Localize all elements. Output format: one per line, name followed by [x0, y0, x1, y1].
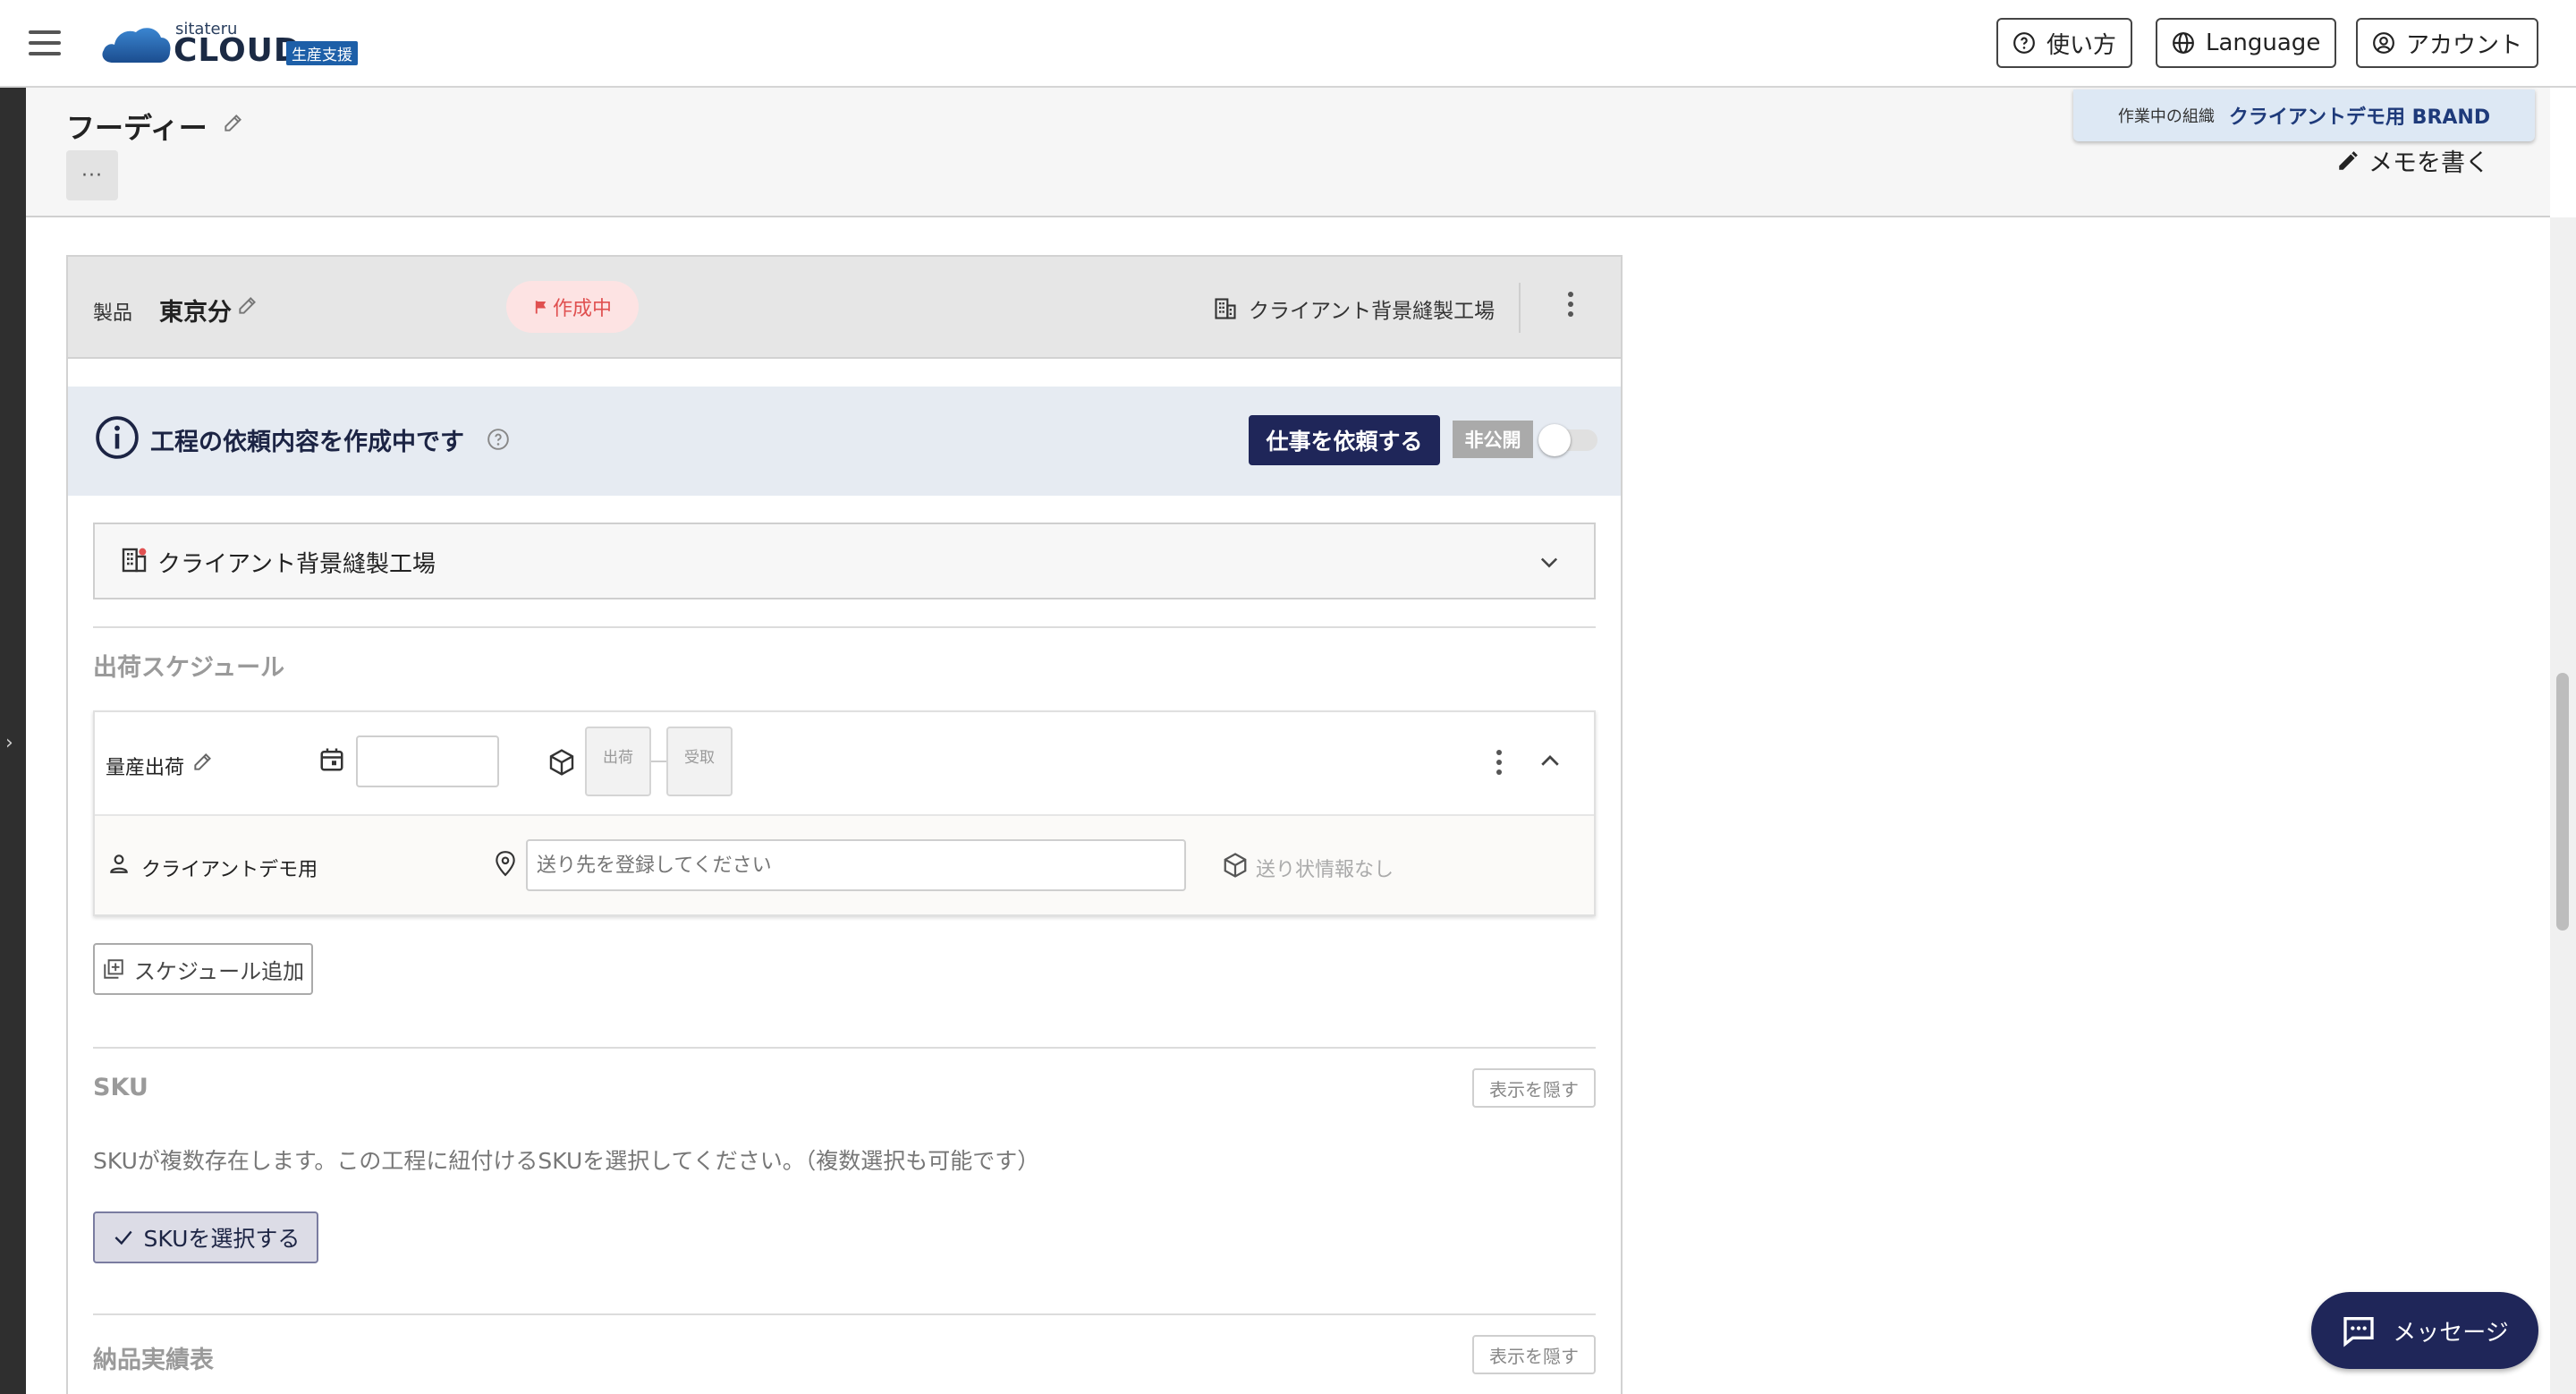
- menu-icon[interactable]: [29, 30, 61, 55]
- product-name: 東京分: [159, 299, 232, 327]
- language-label: Language: [2206, 30, 2321, 56]
- add-schedule-button[interactable]: スケジュール追加: [93, 943, 313, 995]
- expand-chevron-icon[interactable]: ›: [5, 732, 13, 754]
- status-text: 作成中: [552, 298, 612, 320]
- select-sku-label: SKUを選択する: [143, 1226, 301, 1252]
- shipping-info-status: 送り状情報なし: [1256, 859, 1394, 881]
- chat-icon: [2343, 1317, 2374, 1347]
- delivery-section-title: 納品実績表: [93, 1347, 214, 1374]
- visibility-toggle-knob[interactable]: [1538, 424, 1571, 456]
- help-circle-icon[interactable]: [487, 428, 510, 451]
- more-options-button[interactable]: ···: [66, 150, 118, 200]
- info-icon: [96, 416, 139, 459]
- org-value: クライアントデモ用 BRAND: [2228, 106, 2491, 129]
- question-circle-icon: [2013, 32, 2035, 54]
- product-label: 製品: [93, 302, 133, 325]
- add-schedule-label: スケジュール追加: [133, 958, 305, 984]
- scrollbar-thumb[interactable]: [2556, 673, 2569, 931]
- schedule-name: 量産出荷: [106, 757, 185, 779]
- calendar-icon: [320, 748, 343, 771]
- edit-product-icon[interactable]: [236, 293, 259, 317]
- help-label: 使い方: [2046, 31, 2117, 59]
- address-input[interactable]: [526, 839, 1186, 891]
- location-pin-icon: [496, 851, 515, 877]
- message-label: メッセージ: [2393, 1319, 2509, 1347]
- language-button[interactable]: Language: [2156, 18, 2337, 68]
- app-logo[interactable]: sitateru CLOUD 生産支援: [100, 16, 369, 72]
- left-rail: ›: [0, 88, 26, 1394]
- sku-section-title: SKU: [93, 1074, 148, 1101]
- write-memo-button[interactable]: メモを書く: [2336, 143, 2489, 178]
- package-icon: [1224, 853, 1247, 878]
- schedule-menu-icon[interactable]: [1488, 750, 1510, 782]
- org-badge: 作業中の組織 クライアントデモ用 BRAND: [2073, 89, 2535, 141]
- receive-chip[interactable]: 受取: [666, 727, 733, 796]
- add-box-icon: [104, 959, 123, 979]
- divider: [1519, 283, 1521, 333]
- sku-description: SKUが複数存在します。この工程に紐付けるSKUを選択してください。（複数選択も…: [93, 1148, 1040, 1174]
- delivery-hide-button[interactable]: 表示を隠す: [1472, 1335, 1596, 1374]
- edit-schedule-icon[interactable]: [191, 750, 215, 773]
- product-factory: クライアント背景縫製工場: [1213, 293, 1495, 324]
- person-icon: [110, 854, 128, 873]
- ship-chip[interactable]: 出荷: [585, 727, 651, 796]
- globe-icon: [2173, 32, 2194, 54]
- cloud-logo-icon: [102, 28, 171, 63]
- org-label: 作業中の組織: [2117, 107, 2215, 126]
- select-sku-button[interactable]: SKUを選択する: [93, 1211, 318, 1263]
- pencil-icon: [2339, 150, 2358, 170]
- request-work-button[interactable]: 仕事を依頼する: [1249, 415, 1440, 465]
- account-button[interactable]: アカウント: [2356, 18, 2539, 68]
- status-badge: 作成中: [506, 281, 639, 333]
- visibility-label: 非公開: [1453, 421, 1533, 458]
- section-divider: [93, 1047, 1596, 1049]
- chip-connector: [651, 761, 667, 762]
- message-button[interactable]: メッセージ: [2311, 1292, 2538, 1369]
- logo-big-text: CLOUD: [174, 32, 301, 69]
- sku-hide-button[interactable]: 表示を隠す: [1472, 1068, 1596, 1108]
- building-icon: [1215, 298, 1236, 319]
- logo-tag: 生産支援: [286, 41, 358, 65]
- chevron-down-icon[interactable]: [1537, 549, 1562, 574]
- section-divider: [93, 1313, 1596, 1315]
- factory-select-value: クライアント背景縫製工場: [157, 551, 436, 578]
- edit-title-icon[interactable]: [222, 111, 245, 134]
- product-factory-name: クライアント背景縫製工場: [1249, 300, 1496, 323]
- help-button[interactable]: 使い方: [1996, 18, 2133, 68]
- check-icon: [114, 1230, 132, 1245]
- chevron-up-icon[interactable]: [1537, 748, 1563, 775]
- info-text: 工程の依頼内容を作成中です: [150, 429, 464, 456]
- section-divider: [93, 626, 1596, 628]
- building-icon: [122, 548, 147, 573]
- package-icon: [549, 749, 574, 776]
- shipping-date-input[interactable]: [356, 735, 499, 787]
- flag-icon: [535, 301, 547, 314]
- product-menu-icon[interactable]: [1560, 292, 1581, 324]
- account-circle-icon: [2373, 32, 2394, 54]
- memo-label: メモを書く: [2368, 149, 2489, 177]
- page-title: フーディー: [66, 111, 208, 145]
- schedule-section-title: 出荷スケジュール: [93, 654, 285, 682]
- recipient-name: クライアントデモ用: [141, 859, 318, 881]
- account-label: アカウント: [2406, 31, 2523, 59]
